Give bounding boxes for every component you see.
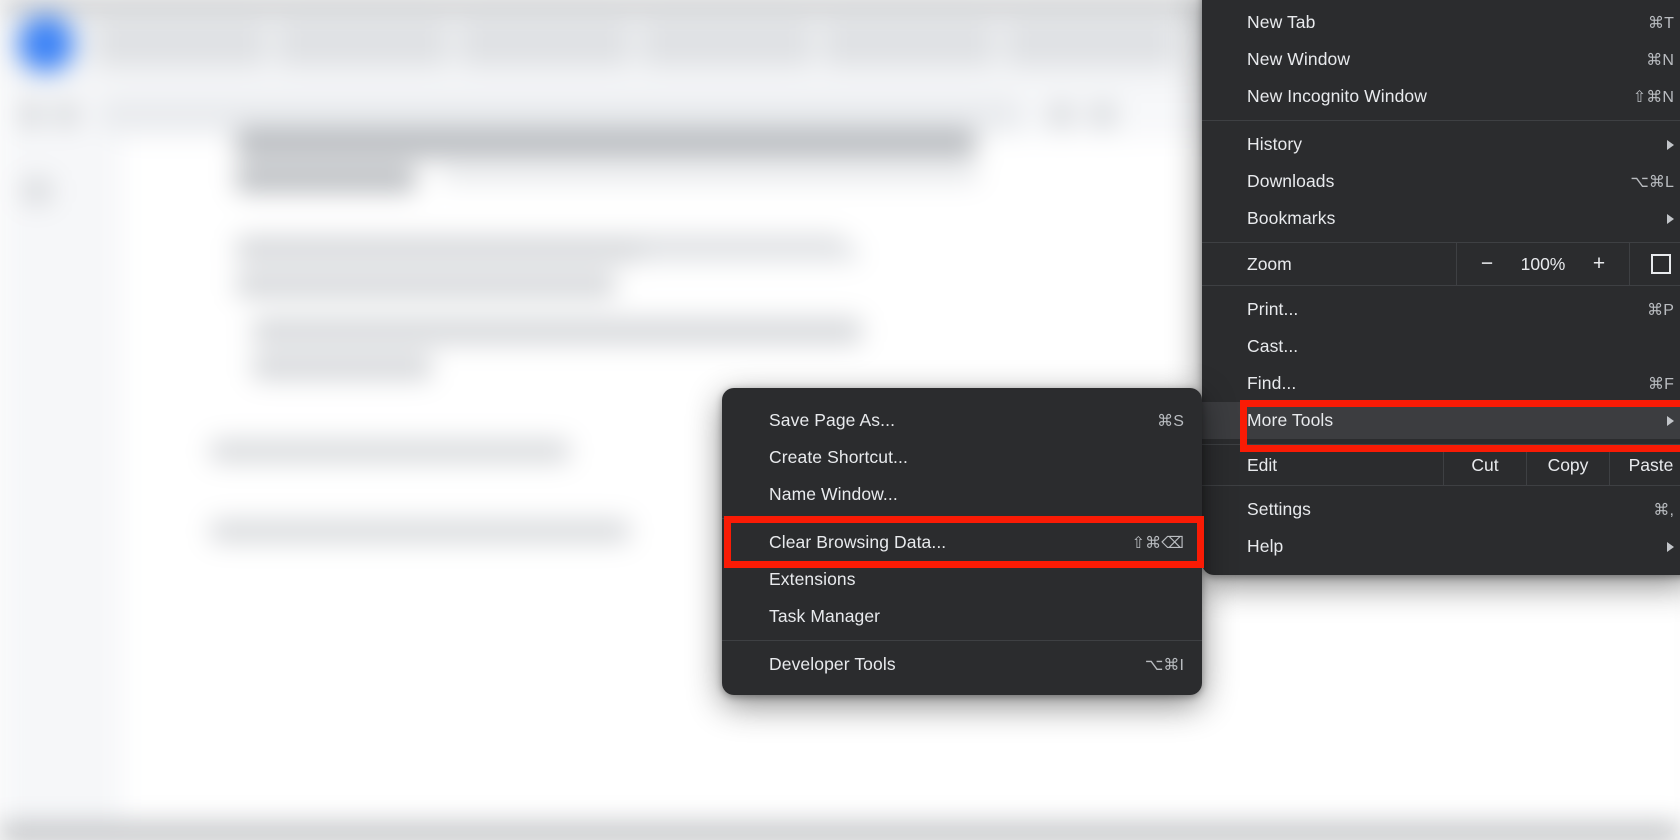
window-bottom-shadow — [0, 834, 1680, 840]
menu-item-shortcut: ⌘N — [1646, 51, 1674, 69]
submenu-item-clear-browsing-data[interactable]: Clear Browsing Data... ⇧⌘⌫ — [722, 524, 1202, 561]
zoom-out-button[interactable]: − — [1467, 252, 1507, 276]
submenu-item-save-page-as[interactable]: Save Page As... ⌘S — [722, 402, 1202, 439]
back-icon — [18, 102, 44, 128]
menu-item-label: Name Window... — [769, 484, 898, 504]
menu-item-label: Save Page As... — [769, 410, 896, 430]
menu-item-label: Clear Browsing Data... — [769, 532, 947, 552]
menu-item-new-window[interactable]: New Window ⌘N — [1202, 41, 1680, 78]
zoom-controls: − 100% + — [1456, 243, 1629, 285]
avatar — [18, 16, 74, 72]
page-text-line — [236, 272, 616, 298]
submenu-item-developer-tools[interactable]: Developer Tools ⌥⌘I — [722, 646, 1202, 683]
menu-divider — [722, 518, 1202, 519]
menu-item-bookmarks[interactable]: Bookmarks — [1202, 200, 1680, 237]
browser-tab — [642, 22, 812, 66]
menu-item-help[interactable]: Help — [1202, 528, 1680, 565]
menu-item-label: Settings — [1247, 499, 1312, 519]
zoom-in-button[interactable]: + — [1579, 252, 1619, 276]
page-text-line — [440, 168, 980, 182]
fullscreen-icon — [1651, 254, 1671, 274]
more-tools-submenu[interactable]: Save Page As... ⌘S Create Shortcut... Na… — [722, 388, 1202, 695]
menu-item-find[interactable]: Find... ⌘F — [1202, 365, 1680, 402]
submenu-item-name-window[interactable]: Name Window... — [722, 476, 1202, 513]
menu-item-new-incognito-window[interactable]: New Incognito Window ⇧⌘N — [1202, 78, 1680, 115]
copy-button[interactable]: Copy — [1526, 445, 1609, 485]
chrome-main-menu[interactable]: New Tab ⌘T New Window ⌘N New Incognito W… — [1202, 0, 1680, 575]
menu-item-label: Cast... — [1247, 336, 1299, 356]
edit-row: Edit Cut Copy Paste — [1202, 444, 1680, 486]
sidebar-icon — [22, 178, 52, 204]
menu-divider — [722, 640, 1202, 641]
page-sidebar — [0, 138, 122, 822]
menu-item-more-tools[interactable]: More Tools — [1202, 402, 1680, 439]
zoom-level-value: 100% — [1520, 253, 1566, 274]
menu-item-shortcut: ⌘F — [1648, 375, 1674, 393]
forward-icon — [54, 102, 80, 128]
menu-item-label: Help — [1247, 536, 1284, 556]
page-text-line — [252, 318, 862, 344]
menu-item-print[interactable]: Print... ⌘P — [1202, 291, 1680, 328]
fullscreen-button[interactable] — [1629, 243, 1680, 285]
menu-item-shortcut: ⌘S — [1157, 412, 1184, 430]
page-text-line — [210, 440, 570, 462]
page-heading-line — [236, 166, 416, 192]
menu-item-shortcut: ⌘P — [1647, 301, 1674, 319]
menu-item-label: New Window — [1247, 49, 1351, 69]
menu-item-shortcut: ⇧⌘⌫ — [1131, 534, 1184, 552]
address-bar — [96, 98, 1026, 132]
extension-icon — [1048, 102, 1074, 128]
chevron-right-icon — [1667, 415, 1674, 426]
chevron-right-icon — [1667, 139, 1674, 150]
edit-label: Edit — [1247, 454, 1278, 475]
menu-item-label: Task Manager — [769, 606, 881, 626]
menu-divider — [1202, 120, 1680, 121]
menu-icon — [1090, 102, 1116, 128]
menu-item-shortcut: ⌥⌘I — [1144, 656, 1184, 674]
menu-item-cast[interactable]: Cast... — [1202, 328, 1680, 365]
menu-item-downloads[interactable]: Downloads ⌥⌘L — [1202, 163, 1680, 200]
menu-item-label: More Tools — [1247, 410, 1334, 430]
submenu-item-extensions[interactable]: Extensions — [722, 561, 1202, 598]
menu-item-label: History — [1247, 134, 1303, 154]
submenu-item-create-shortcut[interactable]: Create Shortcut... — [722, 439, 1202, 476]
browser-tab — [824, 22, 994, 66]
page-text-line — [252, 354, 432, 380]
menu-item-label: New Tab — [1247, 12, 1316, 32]
menu-item-label: Print... — [1247, 299, 1299, 319]
zoom-row: Zoom − 100% + — [1202, 242, 1680, 286]
menu-item-label: Downloads — [1247, 171, 1335, 191]
cut-button[interactable]: Cut — [1443, 445, 1526, 485]
page-text-line — [210, 520, 630, 542]
menu-item-new-tab[interactable]: New Tab ⌘T — [1202, 4, 1680, 41]
menu-item-label: Find... — [1247, 373, 1297, 393]
menu-item-shortcut: ⇧⌘N — [1632, 88, 1674, 106]
browser-tab — [278, 22, 448, 66]
submenu-item-task-manager[interactable]: Task Manager — [722, 598, 1202, 635]
menu-item-shortcut: ⌘T — [1648, 14, 1674, 32]
menu-item-shortcut: ⌥⌘L — [1630, 173, 1674, 191]
menu-item-label: Developer Tools — [769, 654, 896, 674]
menu-item-label: Extensions — [769, 569, 856, 589]
chevron-right-icon — [1667, 213, 1674, 224]
menu-item-settings[interactable]: Settings ⌘, — [1202, 491, 1680, 528]
browser-tab — [1006, 22, 1176, 66]
menu-item-label: Bookmarks — [1247, 208, 1336, 228]
browser-tab — [96, 22, 266, 66]
menu-item-history[interactable]: History — [1202, 126, 1680, 163]
page-heading-line — [236, 128, 976, 158]
chevron-right-icon — [1667, 541, 1674, 552]
paste-button[interactable]: Paste — [1609, 445, 1680, 485]
page-text-line — [640, 246, 860, 262]
browser-tab — [460, 22, 630, 66]
menu-item-label: New Incognito Window — [1247, 86, 1427, 106]
menu-item-shortcut: ⌘, — [1653, 501, 1674, 519]
zoom-label: Zoom — [1247, 253, 1292, 274]
menu-item-label: Create Shortcut... — [769, 447, 908, 467]
